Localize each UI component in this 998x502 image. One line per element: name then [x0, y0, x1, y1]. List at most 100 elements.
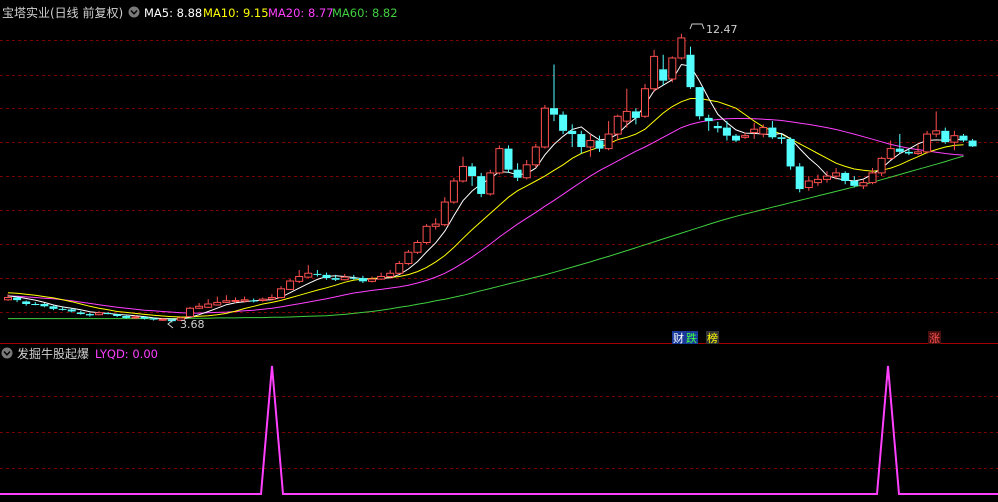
candle: [895, 134, 904, 154]
candle: [932, 111, 941, 138]
candle: [358, 275, 367, 283]
indicator-value-label: LYQD: 0.00: [95, 347, 158, 361]
svg-text:榜: 榜: [707, 331, 718, 345]
candle: [540, 104, 549, 149]
event-tag-cai[interactable]: 财: [672, 331, 685, 345]
candle: [468, 163, 477, 186]
candle: [395, 260, 404, 274]
candle: [240, 296, 249, 303]
candle: [750, 122, 759, 139]
candle: [868, 168, 877, 185]
candle: [440, 197, 449, 227]
ma5-line: [7, 63, 964, 320]
candle: [295, 270, 304, 283]
candle: [841, 171, 850, 185]
settings-dropdown-icon[interactable]: [128, 6, 140, 18]
indicator-plot: [0, 365, 998, 495]
candle: [641, 83, 649, 118]
indicator-panel-header: 发掘牛股起爆 LYQD: 0.00: [1, 346, 158, 361]
event-tag-zhang[interactable]: 涨: [928, 331, 941, 345]
candle: [704, 114, 713, 131]
candle: [368, 276, 376, 283]
kline-chart: 宝塔实业(日线 前复权) MA5: 8.88 MA10: 9.15 MA20: …: [0, 5, 998, 495]
candle: [76, 310, 85, 315]
candle: [195, 303, 204, 309]
candle: [4, 294, 12, 301]
candle: [377, 272, 386, 280]
ma20-line: [7, 118, 964, 314]
candle: [695, 87, 704, 120]
candle: [313, 270, 322, 277]
candle: [486, 169, 495, 196]
ma10-line: [7, 98, 964, 318]
indicator-dropdown-icon[interactable]: [1, 347, 13, 359]
candle: [877, 156, 886, 177]
lyqd-line: [0, 365, 998, 495]
candle: [850, 176, 859, 188]
moving-average-lines: [7, 63, 964, 320]
ma5-label: MA5: 8.88: [144, 6, 202, 20]
svg-text:财: 财: [673, 331, 684, 345]
candle: [568, 124, 577, 148]
candle: [713, 121, 722, 133]
event-tag-die[interactable]: 跌: [685, 331, 698, 345]
candle: [186, 306, 194, 318]
candle: [722, 121, 731, 141]
ma20-label: MA20: 8.77: [268, 6, 334, 20]
candle: [304, 265, 313, 279]
candle: [759, 124, 768, 138]
indicator-title: 发掘牛股起爆: [17, 346, 89, 361]
candle: [213, 296, 222, 306]
candle: [459, 156, 467, 183]
candle: [322, 272, 331, 280]
candle: [31, 302, 40, 306]
candle: [768, 121, 777, 139]
candle: [686, 46, 695, 89]
candle: [586, 134, 595, 157]
svg-text:跌: 跌: [686, 331, 697, 345]
candle: [950, 130, 959, 151]
candle: [677, 33, 686, 60]
candle: [222, 295, 231, 304]
candlesticks: [4, 33, 977, 323]
candle: [904, 148, 913, 156]
candle: [495, 145, 504, 175]
event-tag-bang[interactable]: 榜: [706, 331, 719, 345]
candle: [668, 56, 677, 83]
candle: [504, 145, 513, 173]
main-panel-title: 宝塔实业(日线 前复权): [2, 5, 123, 20]
candle: [204, 299, 213, 308]
candle: [859, 179, 868, 190]
grid-lines: [0, 40, 998, 469]
candle: [95, 311, 103, 316]
candle: [813, 174, 822, 186]
candle: [522, 159, 531, 180]
high-price-label: 12.47: [706, 23, 738, 36]
candle: [286, 279, 295, 291]
candle: [786, 137, 795, 170]
candle: [604, 121, 613, 151]
candle: [513, 163, 522, 181]
candle: [258, 297, 267, 302]
candle: [959, 134, 968, 143]
candle: [22, 300, 31, 306]
low-price-label: 3.68: [180, 318, 205, 331]
svg-text:涨: 涨: [929, 332, 940, 345]
ma60-label: MA60: 8.82: [332, 6, 398, 20]
candle: [404, 249, 413, 266]
candle: [422, 224, 431, 245]
candle: [449, 177, 458, 204]
candle: [277, 286, 285, 299]
candle: [531, 143, 540, 169]
candle: [941, 127, 950, 144]
candle: [659, 54, 668, 86]
candle: [613, 114, 622, 141]
candle: [340, 273, 349, 281]
candle: [386, 270, 395, 278]
candle: [631, 108, 640, 125]
candle: [559, 111, 568, 135]
ma10-label: MA10: 9.15: [203, 6, 269, 20]
candle: [477, 172, 486, 198]
candle: [804, 176, 813, 191]
candle: [577, 130, 586, 154]
